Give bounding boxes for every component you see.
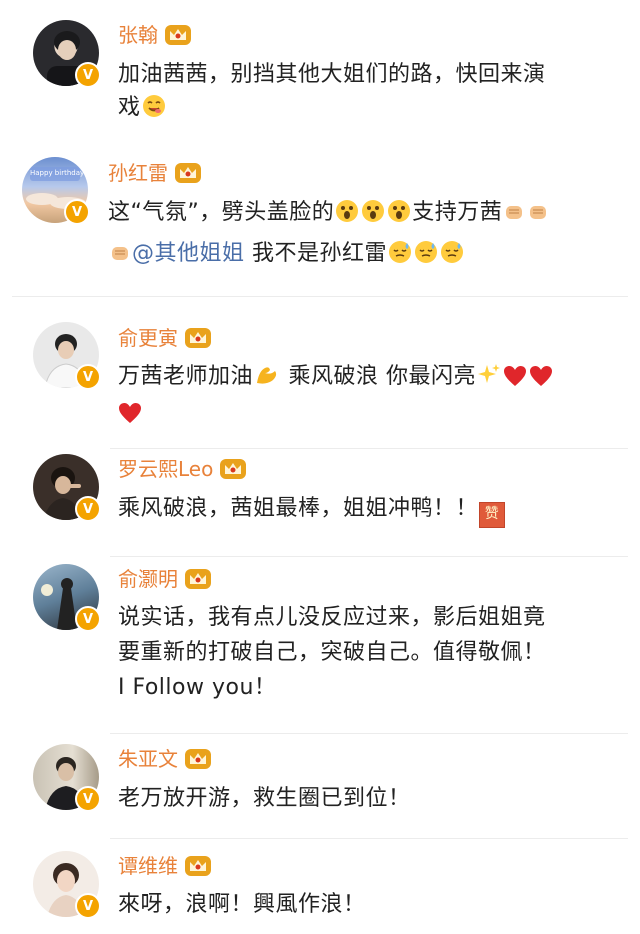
comment-text: 加油茜茜，别挡其他大姐们的路，快回来演 戏 bbox=[118, 58, 618, 128]
comment-text: 乘风破浪，茜姐最棒，姐姐冲鸭！！赞 bbox=[118, 492, 628, 528]
divider bbox=[110, 838, 628, 839]
verified-badge-icon: V bbox=[75, 893, 101, 919]
sweat-emoji-icon bbox=[414, 240, 438, 274]
crown-icon bbox=[185, 749, 211, 769]
commenter-name[interactable]: 谭维维 bbox=[118, 853, 178, 879]
shocked-emoji-icon bbox=[361, 199, 385, 233]
comment-text: 來呀，浪啊！興風作浪！ bbox=[118, 892, 366, 917]
commenter-name[interactable]: 俞灏明 bbox=[118, 566, 178, 592]
heart-emoji-icon bbox=[503, 364, 527, 397]
divider bbox=[110, 556, 628, 557]
avatar[interactable]: Happy birthday V bbox=[22, 157, 90, 225]
verified-badge-icon: V bbox=[75, 364, 101, 390]
divider bbox=[110, 733, 628, 734]
avatar[interactable]: V bbox=[33, 322, 101, 390]
fist-emoji-icon bbox=[527, 200, 549, 233]
verified-badge-icon: V bbox=[75, 62, 101, 88]
sweat-emoji-icon bbox=[440, 240, 464, 274]
commenter-name[interactable]: 朱亚文 bbox=[118, 746, 178, 772]
divider bbox=[12, 296, 628, 297]
shocked-emoji-icon bbox=[335, 199, 359, 233]
commenter-name[interactable]: 张翰 bbox=[118, 22, 158, 48]
crown-icon bbox=[185, 569, 211, 589]
comment-text: 老万放开游，救生圈已到位！ bbox=[118, 786, 411, 811]
commenter-name[interactable]: 俞更寅 bbox=[118, 325, 178, 351]
heart-emoji-icon bbox=[118, 401, 142, 434]
avatar[interactable]: V bbox=[33, 20, 101, 88]
sweat-emoji-icon bbox=[388, 240, 412, 274]
crown-icon bbox=[185, 856, 211, 876]
verified-badge-icon: V bbox=[75, 606, 101, 632]
crown-icon bbox=[185, 328, 211, 348]
avatar[interactable]: V bbox=[33, 744, 101, 812]
commenter-name[interactable]: 罗云熙Leo bbox=[118, 456, 213, 482]
zan-sticker-icon: 赞 bbox=[479, 501, 506, 528]
heart-emoji-icon bbox=[529, 364, 553, 397]
verified-badge-icon: V bbox=[64, 199, 90, 225]
verified-badge-icon: V bbox=[75, 786, 101, 812]
avatar[interactable]: V bbox=[33, 564, 101, 632]
mention-link[interactable]: @其他姐姐 bbox=[132, 241, 245, 266]
comment-text: 这“气氛”，劈头盖脸的 支持万茜 @其他姐姐 我不是孙红雷 bbox=[108, 196, 628, 274]
comment-text: 说实话，我有点儿没反应过来，影后姐姐竟 要重新的打破自己，突破自己。值得敬佩！ … bbox=[118, 605, 546, 700]
crown-icon bbox=[175, 163, 201, 183]
crown-icon bbox=[220, 459, 247, 479]
sparkles-emoji-icon bbox=[477, 363, 501, 397]
comment-text: 万茜老师加油 乘风破浪 你最闪亮 bbox=[118, 360, 628, 434]
verified-badge-icon: V bbox=[75, 496, 101, 522]
commenter-name[interactable]: 孙红雷 bbox=[108, 160, 168, 186]
crown-icon bbox=[165, 25, 191, 45]
avatar[interactable]: V bbox=[33, 851, 101, 919]
avatar-caption: Happy birthday bbox=[30, 169, 85, 177]
fist-emoji-icon bbox=[503, 200, 525, 233]
shocked-emoji-icon bbox=[387, 199, 411, 233]
yum-emoji-icon bbox=[142, 94, 166, 128]
muscle-emoji-icon bbox=[254, 363, 280, 397]
fist-emoji-icon bbox=[109, 241, 131, 274]
divider bbox=[110, 448, 628, 449]
avatar[interactable]: V bbox=[33, 454, 101, 522]
